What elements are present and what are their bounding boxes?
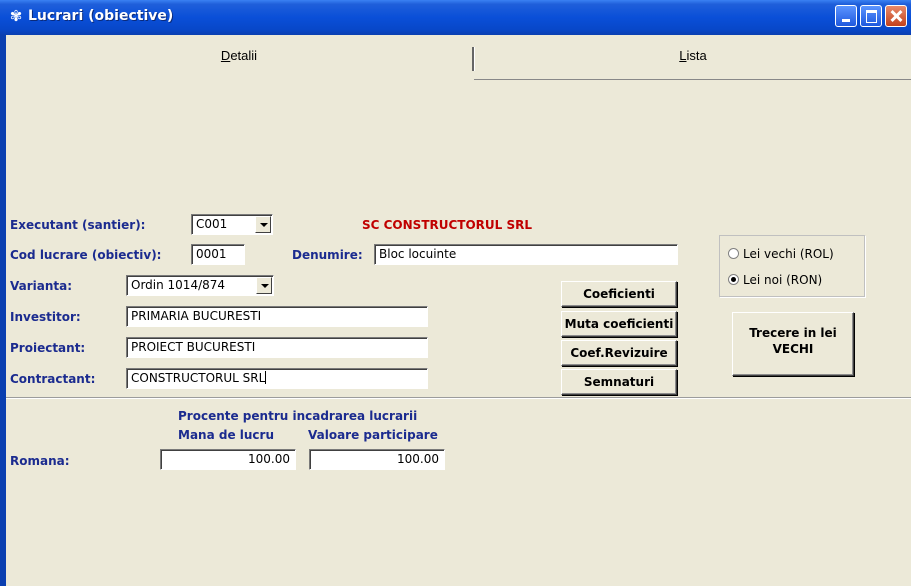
trecere-line2: VECHI (772, 342, 814, 356)
proiectant-label: Proiectant: (10, 341, 86, 355)
chevron-down-icon[interactable] (255, 216, 271, 233)
coef-revizuire-button[interactable]: Coef.Revizuire (561, 340, 677, 366)
radio-empty-icon (728, 248, 739, 259)
cod-lucrare-input[interactable]: 0001 (191, 244, 245, 265)
tab-detalii-mnemonic: D (220, 48, 231, 63)
denumire-label: Denumire: (292, 248, 363, 262)
denumire-input[interactable]: Bloc locuinte (374, 244, 678, 265)
valoare-participare-input[interactable]: 100.00 (309, 449, 445, 470)
minimize-button[interactable] (835, 5, 857, 27)
cod-lucrare-label: Cod lucrare (obiectiv): (10, 248, 162, 262)
varianta-label: Varianta: (10, 279, 73, 293)
muta-coeficienti-button[interactable]: Muta coeficienti (561, 311, 677, 337)
executant-value: C001 (196, 217, 228, 231)
radio-selected-icon (728, 274, 739, 285)
radio-lei-noi-label: Lei noi (RON) (743, 273, 823, 287)
executant-company: SC CONSTRUCTORUL SRL (362, 218, 533, 232)
investitor-input[interactable]: PRIMARIA BUCURESTI (126, 306, 428, 327)
tab-underline (474, 79, 911, 80)
window-content: Detalii Lista Executant (santier): C001 … (6, 35, 911, 586)
executant-combo[interactable]: C001 (191, 214, 273, 235)
investitor-label: Investitor: (10, 310, 81, 324)
procente-heading: Procente pentru incadrarea lucrarii (178, 409, 418, 423)
trecere-lei-vechi-button[interactable]: Trecere in lei VECHI (732, 312, 854, 376)
app-icon: ✾ (9, 8, 23, 25)
tab-detalii[interactable]: Detalii (6, 45, 472, 79)
executant-label: Executant (santier): (10, 218, 146, 232)
tab-lista-label: ista (686, 48, 707, 63)
contractant-label: Contractant: (10, 372, 96, 386)
varianta-value: Ordin 1014/874 (131, 278, 226, 292)
chevron-down-icon[interactable] (256, 277, 272, 294)
semnaturi-button[interactable]: Semnaturi (561, 369, 677, 395)
tab-detalii-label: etalii (230, 48, 258, 63)
tab-lista-mnemonic: L (679, 48, 687, 63)
proiectant-input[interactable]: PROIECT BUCURESTI (126, 337, 428, 358)
text-cursor (265, 371, 267, 384)
radio-lei-vechi[interactable]: Lei vechi (ROL) (728, 247, 834, 261)
contractant-input[interactable]: CONSTRUCTORUL SRL (126, 368, 428, 389)
radio-lei-noi[interactable]: Lei noi (RON) (728, 273, 822, 287)
currency-group (719, 235, 865, 297)
mana-de-lucru-header: Mana de lucru (178, 428, 274, 442)
trecere-line1: Trecere in lei (749, 326, 837, 340)
radio-lei-vechi-label: Lei vechi (ROL) (743, 247, 834, 261)
section-divider (6, 397, 911, 399)
varianta-combo[interactable]: Ordin 1014/874 (126, 275, 274, 296)
tab-lista[interactable]: Lista (475, 45, 911, 79)
valoare-participare-header: Valoare participare (308, 428, 438, 442)
romana-label: Romana: (10, 454, 70, 468)
title-bar[interactable]: ✾ Lucrari (obiective) (0, 0, 911, 35)
window-title: Lucrari (obiective) (28, 8, 174, 24)
close-button[interactable] (885, 5, 907, 27)
coeficienti-button[interactable]: Coeficienti (561, 281, 677, 307)
contractant-value: CONSTRUCTORUL SRL (131, 371, 266, 385)
maximize-button[interactable] (860, 5, 882, 27)
mana-de-lucru-input[interactable]: 100.00 (160, 449, 296, 470)
